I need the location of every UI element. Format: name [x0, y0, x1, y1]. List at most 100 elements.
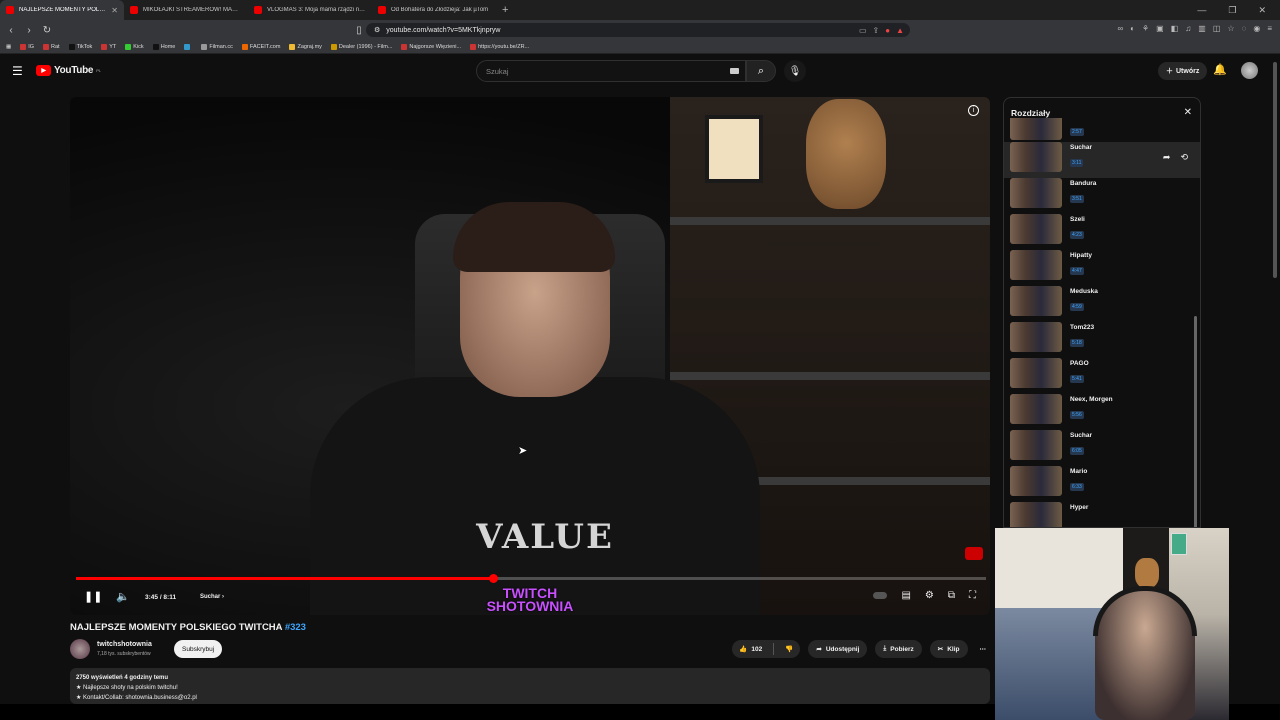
notifications-bell-icon[interactable]: 🔔 — [1213, 63, 1227, 76]
extension-icon[interactable]: ● — [885, 26, 890, 35]
extension-icon[interactable]: ◌ — [1242, 24, 1247, 33]
like-button[interactable]: 👍 102 — [732, 640, 769, 658]
info-icon[interactable]: i — [968, 105, 979, 116]
bookmark-item[interactable]: FACEIT.com — [241, 43, 280, 50]
chapter-thumbnail — [1010, 118, 1062, 140]
profile-icon[interactable]: ◉ — [1253, 24, 1260, 33]
hashtag-link[interactable]: #323 — [285, 622, 306, 633]
reload-icon[interactable]: ↻ — [42, 25, 52, 36]
subscriber-count: 7,18 tys. subskrybentów — [97, 651, 151, 657]
browser-tab[interactable]: VLOGMAS 3: Moja mama rządzi na k — [248, 0, 372, 20]
search-input[interactable]: Szukaj — [476, 60, 746, 82]
close-window-icon[interactable]: ✕ — [1258, 5, 1266, 16]
favorites-icon[interactable]: ☆ — [1227, 24, 1234, 33]
extension-icon[interactable]: ◐ — [1130, 24, 1135, 33]
bookmark-item[interactable]: Home — [152, 43, 175, 50]
sidebar-icon[interactable]: ▥ — [1198, 24, 1206, 33]
close-tab-icon[interactable]: ✕ — [111, 6, 118, 15]
apps-grid-icon[interactable]: ▦ — [6, 44, 11, 50]
chapter-item[interactable]: Hipatty 4:47 — [1004, 250, 1200, 286]
warning-icon[interactable]: ▲ — [896, 26, 904, 35]
minimize-icon[interactable]: — — [1197, 5, 1206, 16]
bookmark-item[interactable]: Rat — [43, 43, 60, 50]
bookmark-item[interactable]: Zagraj.my — [289, 43, 322, 50]
browser-tab[interactable]: NAJLEPSZE MOMENTY POLSK ✕ — [0, 0, 124, 20]
close-panel-icon[interactable]: ✕ — [1184, 107, 1192, 118]
cast-icon[interactable]: ▭ — [859, 26, 867, 35]
chapter-item[interactable]: PAGO 5:41 — [1004, 358, 1200, 394]
chapters-scrollbar[interactable] — [1194, 316, 1197, 527]
reading-list-icon[interactable]: ◫ — [1213, 24, 1221, 33]
restore-icon[interactable]: ❐ — [1228, 5, 1236, 16]
bookmark-icon[interactable]: ▯ — [354, 25, 364, 36]
subscribe-button[interactable]: Subskrybuj — [174, 640, 223, 658]
browser-tab[interactable]: Od Bohatera do Złodzieja: Jak µTom — [372, 0, 496, 20]
chapter-item[interactable]: Hyper — [1004, 502, 1200, 527]
settings-gear-icon[interactable]: ⚙ — [925, 590, 934, 601]
bookmark-item[interactable]: Filman.cc — [201, 43, 233, 50]
webcam-poster — [1171, 533, 1187, 555]
chapter-item[interactable]: Bandura 3:51 — [1004, 178, 1200, 214]
chapter-item[interactable]: Suchar 6:05 — [1004, 430, 1200, 466]
current-chapter-button[interactable]: Suchar › — [200, 594, 224, 600]
chapter-item[interactable]: 2:57 — [1004, 118, 1200, 142]
pause-icon[interactable]: ❚❚ — [84, 590, 102, 603]
chapter-item[interactable]: Szeli 4:23 — [1004, 214, 1200, 250]
bookmark-item[interactable]: Dealer (1996) - Film... — [330, 43, 392, 50]
download-button[interactable]: ⤓ Pobierz — [875, 640, 922, 658]
video-player[interactable]: VALUE TWITCH SHOTOWNIA i — [70, 97, 990, 615]
bookmark-item[interactable]: https://youtu.be/ZR... — [470, 43, 529, 50]
bookmark-item[interactable]: Kick — [125, 43, 144, 50]
extension-icon[interactable]: ⚘ — [1142, 24, 1149, 33]
menu-icon[interactable]: ≡ — [1267, 24, 1272, 33]
hamburger-menu-icon[interactable]: ☰ — [12, 64, 23, 78]
more-actions-button[interactable]: ⋯ — [976, 640, 991, 658]
bookmark-item[interactable]: YT — [101, 43, 116, 50]
autoplay-toggle[interactable] — [873, 592, 888, 599]
chapter-item[interactable]: Mario 6:33 — [1004, 466, 1200, 502]
back-icon[interactable]: ‹ — [6, 25, 16, 36]
share-icon[interactable]: ➦ — [1163, 152, 1171, 163]
bookmark-item[interactable]: IG — [20, 43, 34, 50]
share-button[interactable]: ➦ Udostępnij — [808, 640, 868, 658]
description-box[interactable]: 2750 wyświetleń 4 godziny temu ★ Najleps… — [70, 668, 990, 704]
bookmark-item[interactable]: Najgorsze Więzieni... — [401, 43, 461, 50]
channel-name[interactable]: twitchshotownia — [97, 641, 152, 648]
page-scrollbar[interactable] — [1273, 62, 1277, 278]
youtube-logo[interactable]: ▶ YouTube PL — [36, 65, 101, 76]
miniplayer-icon[interactable]: ⧉ — [948, 590, 955, 601]
keyboard-icon[interactable] — [730, 68, 739, 74]
search-button[interactable]: ⌕ — [746, 60, 776, 82]
chapter-item[interactable]: Meduska 4:59 — [1004, 286, 1200, 322]
extension-icon[interactable]: ◧ — [1171, 24, 1179, 33]
subtitles-icon[interactable]: ▤ — [901, 590, 910, 601]
new-tab-icon[interactable]: + — [496, 4, 514, 16]
channel-avatar[interactable] — [70, 639, 90, 659]
progress-scrubber[interactable] — [488, 574, 498, 583]
browser-tab[interactable]: MIKOŁAJKI STREAMERÓW! MAMMO — [124, 0, 248, 20]
bookmark-item[interactable] — [184, 43, 192, 50]
repeat-icon[interactable]: ⟲ — [1180, 152, 1188, 163]
fullscreen-icon[interactable]: ⛶ — [969, 590, 976, 601]
video-title: NAJLEPSZE MOMENTY POLSKIEGO TWITCHA #323 — [70, 622, 306, 633]
forward-icon[interactable]: › — [24, 25, 34, 36]
voice-search-button[interactable]: 🎙 — [784, 60, 806, 82]
chapter-item-current[interactable]: Suchar 3:11 ➦ ⟲ — [1004, 142, 1200, 178]
create-button[interactable]: ＋ Utwórz — [1158, 62, 1208, 80]
dislike-button[interactable]: 👎 — [778, 640, 800, 658]
extension-icon[interactable]: ♫ — [1185, 24, 1191, 33]
clip-button[interactable]: ✂ Klip — [929, 640, 968, 658]
extension-icon[interactable]: ∞ — [1117, 24, 1123, 33]
webcam-overlay — [995, 528, 1229, 720]
site-info-icon[interactable]: ⚙ — [374, 26, 380, 34]
extension-icon[interactable]: ▣ — [1156, 24, 1164, 33]
chapter-item[interactable]: Tom223 5:18 — [1004, 322, 1200, 358]
account-avatar[interactable] — [1241, 62, 1258, 79]
volume-icon[interactable]: 🔈 — [116, 590, 130, 603]
share-icon[interactable]: ⇪ — [873, 26, 880, 35]
chapter-item[interactable]: Neex, Morgen 5:56 — [1004, 394, 1200, 430]
progress-bar[interactable] — [76, 574, 986, 583]
address-bar[interactable]: ⚙ youtube.com/watch?v=5MKTkjnpryw ▭ ⇪ ● ▲ — [366, 23, 910, 37]
channel-badge-icon[interactable] — [965, 547, 983, 560]
bookmark-item[interactable]: TikTok — [68, 43, 92, 50]
